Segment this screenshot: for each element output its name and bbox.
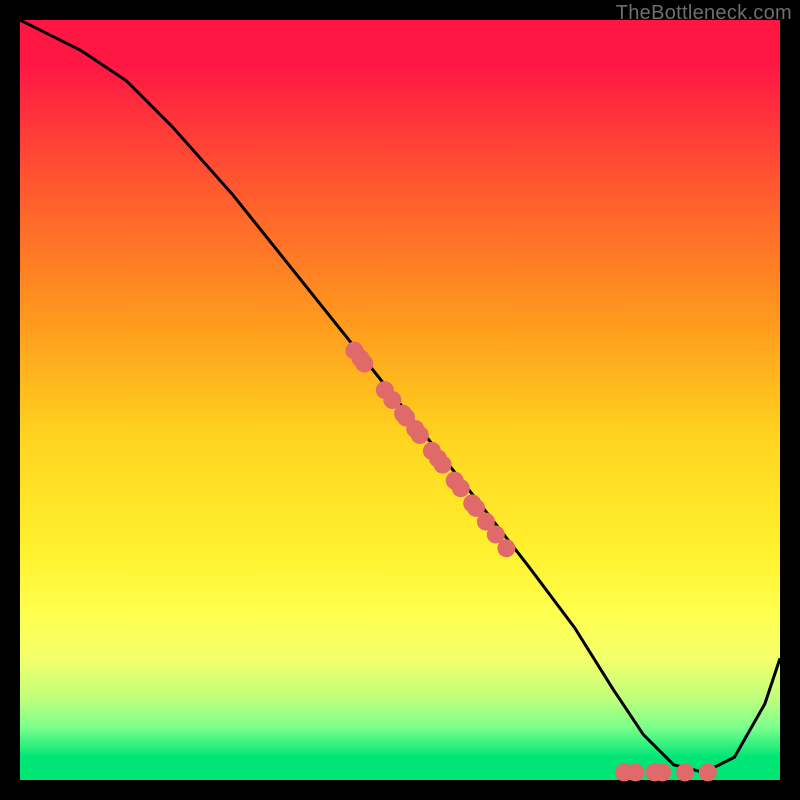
scatter-dot — [355, 355, 373, 373]
scatter-points — [345, 342, 716, 782]
scatter-dot — [627, 763, 645, 781]
scatter-dot — [411, 426, 429, 444]
scatter-dot — [699, 763, 717, 781]
scatter-dot — [653, 763, 671, 781]
watermark-text: TheBottleneck.com — [616, 2, 792, 25]
chart-overlay — [20, 20, 780, 780]
scatter-dot — [452, 479, 470, 497]
scatter-dot — [434, 456, 452, 474]
chart-container: TheBottleneck.com — [0, 0, 800, 800]
scatter-dot — [676, 763, 694, 781]
scatter-dot — [497, 539, 515, 557]
